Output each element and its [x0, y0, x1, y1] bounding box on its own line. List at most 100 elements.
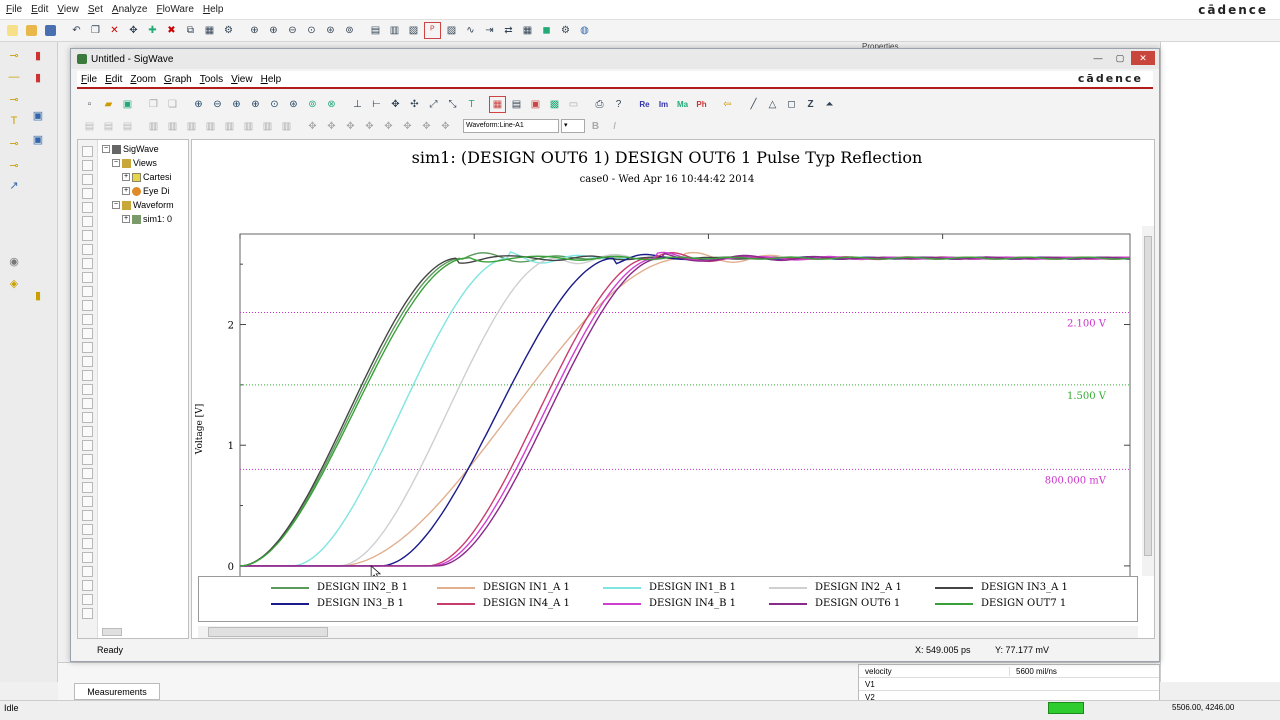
cursor-7-icon[interactable]: ✥: [418, 118, 435, 135]
pan-icon[interactable]: ✥: [387, 96, 404, 113]
settings-icon[interactable]: ⚙: [557, 22, 574, 39]
capacitor-icon[interactable]: ▮: [28, 68, 48, 86]
row-select-box[interactable]: [82, 328, 93, 339]
layout-5-icon[interactable]: ▥: [221, 118, 238, 135]
cursor-2-icon[interactable]: ✥: [323, 118, 340, 135]
picture-icon[interactable]: ▣: [527, 96, 544, 113]
copy-icon[interactable]: ❐: [87, 22, 104, 39]
triangle-icon[interactable]: △: [764, 96, 781, 113]
row-select-box[interactable]: [82, 370, 93, 381]
cursor-4-icon[interactable]: ✥: [361, 118, 378, 135]
phase-icon[interactable]: Ph: [693, 96, 710, 113]
cursor-6-icon[interactable]: ✥: [399, 118, 416, 135]
window-titlebar[interactable]: Untitled - SigWave — ▢ ✕: [71, 49, 1159, 69]
zoom-all-icon[interactable]: ⊚: [341, 22, 358, 39]
prop-value[interactable]: 5600 mil/ns: [1009, 666, 1159, 676]
menu-tools[interactable]: Tools: [200, 74, 223, 85]
row-select-box[interactable]: [82, 440, 93, 451]
line-icon[interactable]: ╱: [745, 96, 762, 113]
row-select-box[interactable]: [82, 412, 93, 423]
delete-icon[interactable]: ✕: [106, 22, 123, 39]
row-select-box[interactable]: [82, 552, 93, 563]
cut-icon[interactable]: ✖: [163, 22, 180, 39]
legend-item[interactable]: DESIGN IIN2_B 1: [271, 582, 408, 593]
zoom-x-icon[interactable]: ⊕: [228, 96, 245, 113]
legend-item[interactable]: DESIGN IN2_A 1: [769, 582, 902, 593]
new-icon[interactable]: ▫: [81, 96, 98, 113]
row-select-box[interactable]: [82, 314, 93, 325]
copy-icon[interactable]: ❐: [145, 96, 162, 113]
chip-icon[interactable]: ◼: [538, 22, 555, 39]
row-select-box[interactable]: [82, 608, 93, 619]
zoom-in-icon[interactable]: ⊕: [190, 96, 207, 113]
undo-icon[interactable]: ↶: [68, 22, 85, 39]
cursor-8-icon[interactable]: ✥: [437, 118, 454, 135]
zoom-out-icon[interactable]: ⊖: [284, 22, 301, 39]
text-icon[interactable]: T: [4, 112, 24, 130]
receiver-icon[interactable]: ▣: [28, 130, 48, 148]
close-icon[interactable]: ✕: [1131, 51, 1155, 65]
terminal-icon[interactable]: ◈: [4, 274, 24, 292]
graph-panel[interactable]: 0123012Time [ns]Voltage [V]2.100 V1.500 …: [191, 139, 1155, 639]
tree-node-sigwave[interactable]: − SigWave: [102, 144, 159, 154]
menu-file[interactable]: File: [81, 74, 97, 85]
z-icon[interactable]: Z: [802, 96, 819, 113]
chart-icon[interactable]: ▦: [489, 95, 506, 113]
new-file-icon[interactable]: [4, 22, 21, 39]
layout-2-icon[interactable]: ▥: [164, 118, 181, 135]
layout-6-icon[interactable]: ▥: [240, 118, 257, 135]
zoom-all-icon[interactable]: ⊚: [304, 96, 321, 113]
zoom-select-icon[interactable]: ⊛: [322, 22, 339, 39]
open-folder-icon[interactable]: [23, 22, 40, 39]
align-center-icon[interactable]: ▤: [100, 118, 117, 135]
grid-icon[interactable]: ▦: [201, 22, 218, 39]
row-select-box[interactable]: [82, 272, 93, 283]
row-select-box[interactable]: [82, 188, 93, 199]
trace-icon[interactable]: ⊸: [4, 156, 24, 174]
legend-item[interactable]: DESIGN IN3_B 1: [271, 598, 404, 609]
row-select-box[interactable]: [82, 342, 93, 353]
connector-icon[interactable]: ◉: [4, 252, 24, 270]
tree-scroll-handle[interactable]: [102, 628, 122, 636]
row-select-box[interactable]: [82, 356, 93, 367]
marker-h-icon[interactable]: ⊥: [349, 96, 366, 113]
zoom-out-icon[interactable]: ⊖: [209, 96, 226, 113]
menu-zoom[interactable]: Zoom: [130, 74, 156, 85]
row-select-box[interactable]: [82, 258, 93, 269]
cursor-5-icon[interactable]: ✥: [380, 118, 397, 135]
tree-node-cartesian[interactable]: + Cartesi: [122, 172, 172, 182]
align-right-icon[interactable]: ▤: [119, 118, 136, 135]
legend-item[interactable]: DESIGN IN4_A 1: [437, 598, 570, 609]
legend-item[interactable]: DESIGN OUT7 1: [935, 598, 1066, 609]
row-select-box[interactable]: [82, 384, 93, 395]
row-select-box[interactable]: [82, 300, 93, 311]
menu-edit[interactable]: Edit: [105, 74, 122, 85]
row-select-box[interactable]: [82, 286, 93, 297]
row-select-box[interactable]: [82, 482, 93, 493]
menu-floware[interactable]: FloWare: [156, 4, 193, 15]
row-select-box[interactable]: [82, 468, 93, 479]
net-icon[interactable]: ⊸: [4, 90, 24, 108]
row-select-box[interactable]: [82, 454, 93, 465]
collapse-icon[interactable]: −: [112, 159, 120, 167]
menu-file[interactable]: File: [6, 4, 22, 15]
via-icon[interactable]: ⊸: [4, 134, 24, 152]
pin-icon[interactable]: ⊸: [4, 46, 24, 64]
tree-node-views[interactable]: − Views: [112, 158, 157, 168]
excel-icon[interactable]: ▩: [546, 96, 563, 113]
minimize-icon[interactable]: —: [1089, 51, 1107, 65]
export-icon[interactable]: ⇥: [481, 22, 498, 39]
marker-v-icon[interactable]: ⊢: [368, 96, 385, 113]
row-select-box[interactable]: [82, 426, 93, 437]
clipboard-icon[interactable]: ▤: [367, 22, 384, 39]
layout-1-icon[interactable]: ▥: [145, 118, 162, 135]
row-select-box[interactable]: [82, 216, 93, 227]
layout-3-icon[interactable]: ▥: [183, 118, 200, 135]
plot-area[interactable]: [239, 233, 1131, 576]
arrow-icon[interactable]: ⇦: [719, 96, 736, 113]
table-row[interactable]: V1: [859, 678, 1159, 691]
help-icon[interactable]: ?: [610, 96, 627, 113]
zoom-prev-icon[interactable]: ⊗: [323, 96, 340, 113]
tree-node-sim1[interactable]: + sim1: 0: [122, 214, 172, 224]
zoom-y-icon[interactable]: ⊕: [247, 96, 264, 113]
